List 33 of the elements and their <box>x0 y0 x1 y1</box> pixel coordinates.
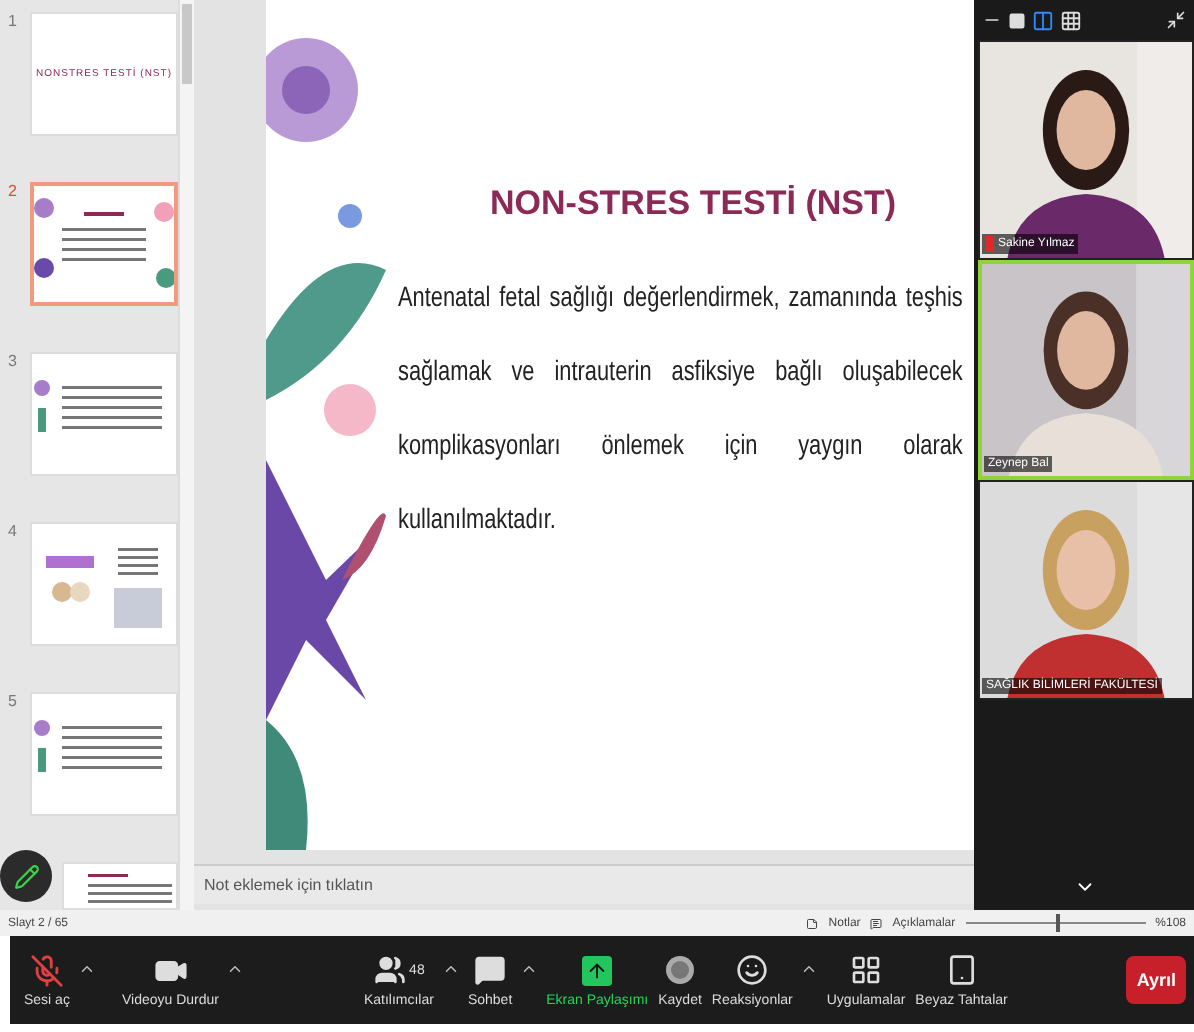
view-button[interactable] <box>1032 9 1054 31</box>
slide-number: 1 <box>8 12 19 34</box>
record-icon <box>664 954 696 986</box>
muted-microphone-icon <box>29 953 64 987</box>
slide-thumbnail[interactable] <box>30 522 178 646</box>
slide-thumbnail[interactable] <box>62 862 178 910</box>
leave-button[interactable]: Ayrıl <box>1126 956 1186 1004</box>
slide-body: Antenatal fetal sağlığı değerlendirmek, zamanında teşhis sağlamak ve intrauterin asfiksiye bağlı oluşabilecek komplikasyonları önlemek için yaygın olarak kullanılmaktadır. <box>398 278 963 538</box>
square-icon <box>1008 11 1026 29</box>
columns-icon <box>1032 9 1054 31</box>
slide-number: 2 <box>8 182 19 204</box>
people-icon <box>373 954 406 986</box>
scrollbar[interactable] <box>178 0 194 910</box>
slide-number: 3 <box>8 352 19 374</box>
slide-thumbnail[interactable] <box>30 692 178 816</box>
chat-bubble-icon <box>474 954 507 986</box>
notes-field[interactable]: Not eklemek için tıklatın <box>194 864 974 904</box>
tablet-icon <box>945 954 978 986</box>
apps-icon <box>850 954 883 986</box>
slide-title: NON-STRES TESTİ (NST) <box>490 184 899 224</box>
share-screen-icon <box>582 955 613 985</box>
pen-button[interactable] <box>0 850 52 902</box>
slide-thumbnail[interactable] <box>30 352 178 476</box>
grid-icon <box>1060 9 1082 31</box>
pencil-icon <box>13 863 39 889</box>
slide-number: 4 <box>8 522 19 544</box>
smiley-icon <box>736 954 769 986</box>
notes-icon[interactable] <box>806 917 819 929</box>
comments-icon[interactable] <box>870 917 883 929</box>
slide-thumbnail[interactable] <box>30 182 178 306</box>
zoom-thumb[interactable] <box>1055 914 1060 932</box>
exit-fullscreen-icon[interactable] <box>1166 10 1186 30</box>
slide-number: 5 <box>8 692 19 714</box>
